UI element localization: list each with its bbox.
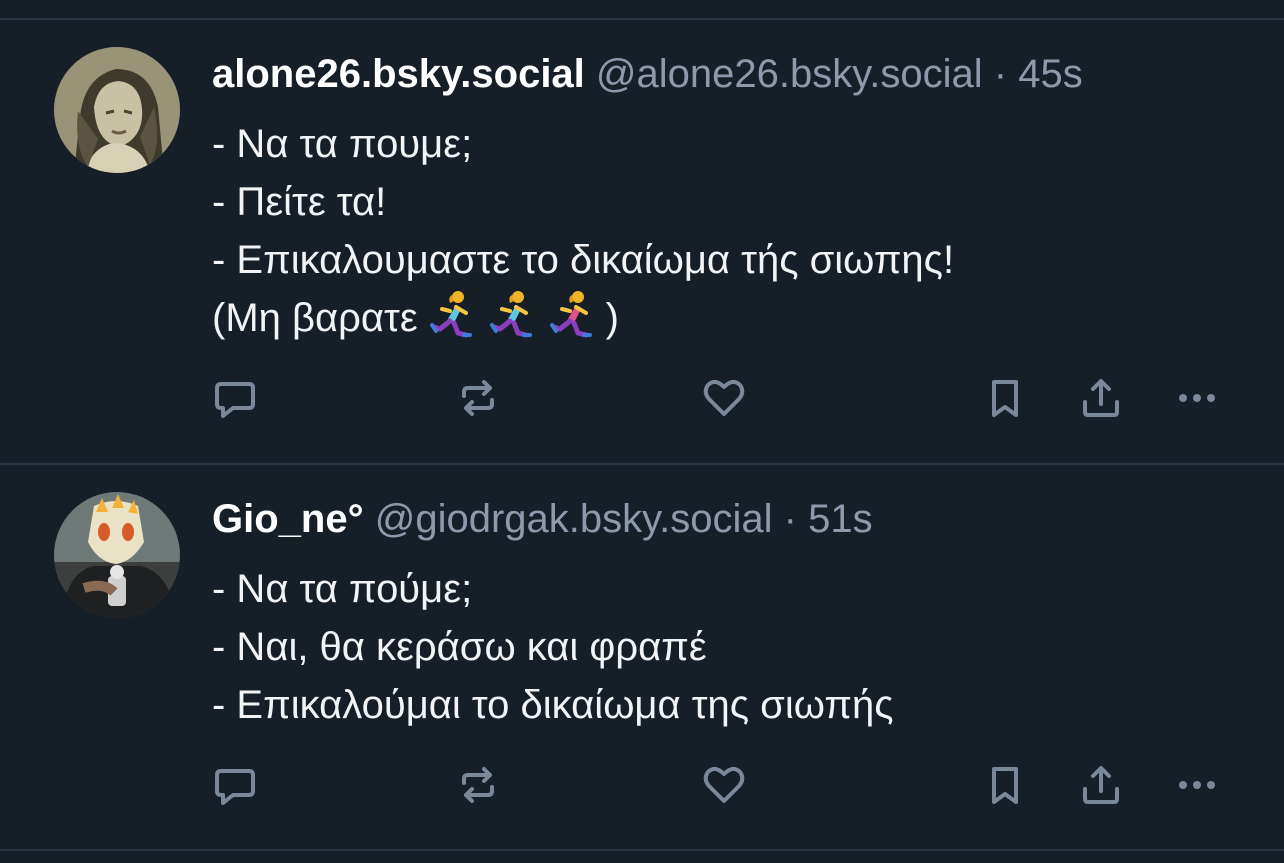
post-text-segment: ): [605, 296, 619, 340]
reply-button[interactable]: [205, 755, 265, 815]
more-icon: [1179, 781, 1215, 789]
woman-running-icon: [426, 289, 478, 341]
bookmark-button[interactable]: [975, 755, 1035, 815]
display-name[interactable]: Gio_ne°: [212, 497, 364, 541]
post-text-line-with-emoji: (Μη βαρατε): [212, 289, 954, 347]
post-actions: [0, 368, 1284, 428]
bookmark-button[interactable]: [975, 368, 1035, 428]
display-name[interactable]: alone26.bsky.social: [212, 52, 585, 96]
share-icon: [1083, 379, 1119, 417]
like-button[interactable]: [694, 755, 754, 815]
post-text-line: - Να τα πουμε;: [212, 122, 473, 166]
separator: ·: [783, 497, 797, 541]
avatar[interactable]: [54, 47, 180, 173]
post-header: Gio_ne° @giodrgak.bsky.social · 51s: [212, 495, 873, 543]
avatar[interactable]: [54, 492, 180, 618]
repost-button[interactable]: [448, 368, 508, 428]
post-text-line: - Ναι, θα κεράσω και φραπέ: [212, 625, 707, 669]
post-text-line: - Επικαλουμαστε το δικαίωμα τής σιωπης!: [212, 238, 955, 282]
post-text: - Να τα πούμε; - Ναι, θα κεράσω και φραπ…: [212, 560, 894, 734]
reply-button[interactable]: [205, 368, 265, 428]
bookmark-icon: [992, 380, 1018, 417]
like-icon: [703, 380, 745, 416]
handle[interactable]: @alone26.bsky.social: [596, 52, 983, 96]
share-icon: [1083, 766, 1119, 804]
more-button[interactable]: [1167, 368, 1227, 428]
repost-button[interactable]: [448, 755, 508, 815]
repost-icon: [462, 380, 494, 416]
handle[interactable]: @giodrgak.bsky.social: [375, 497, 773, 541]
reply-icon: [215, 382, 255, 418]
post-text-line: - Επικαλούμαι το δικαίωμα της σιωπής: [212, 683, 894, 727]
more-icon: [1179, 394, 1215, 402]
repost-icon: [462, 767, 494, 803]
share-button[interactable]: [1071, 755, 1131, 815]
more-button[interactable]: [1167, 755, 1227, 815]
bookmark-icon: [992, 767, 1018, 804]
like-icon: [703, 767, 745, 803]
separator: ·: [993, 52, 1008, 96]
post-header: alone26.bsky.social @alone26.bsky.social…: [212, 50, 1083, 98]
share-button[interactable]: [1071, 368, 1131, 428]
woman-running-icon: [486, 289, 538, 341]
post-text-line: - Πείτε τα!: [212, 180, 387, 224]
feed: alone26.bsky.social @alone26.bsky.social…: [0, 0, 1284, 863]
like-button[interactable]: [694, 368, 754, 428]
reply-icon: [215, 769, 255, 805]
post-text-segment: (Μη βαρατε: [212, 296, 418, 340]
timestamp[interactable]: 45s: [1018, 52, 1083, 96]
woman-running-icon: [546, 289, 598, 341]
post[interactable]: Gio_ne° @giodrgak.bsky.social · 51s - Να…: [0, 465, 1284, 849]
post-actions: [0, 755, 1284, 815]
post-text: - Να τα πουμε; - Πείτε τα! - Επικαλουμασ…: [212, 115, 954, 347]
post-text-line: - Να τα πούμε;: [212, 567, 473, 611]
timestamp[interactable]: 51s: [808, 497, 873, 541]
post[interactable]: alone26.bsky.social @alone26.bsky.social…: [0, 20, 1284, 464]
divider: [0, 849, 1284, 851]
